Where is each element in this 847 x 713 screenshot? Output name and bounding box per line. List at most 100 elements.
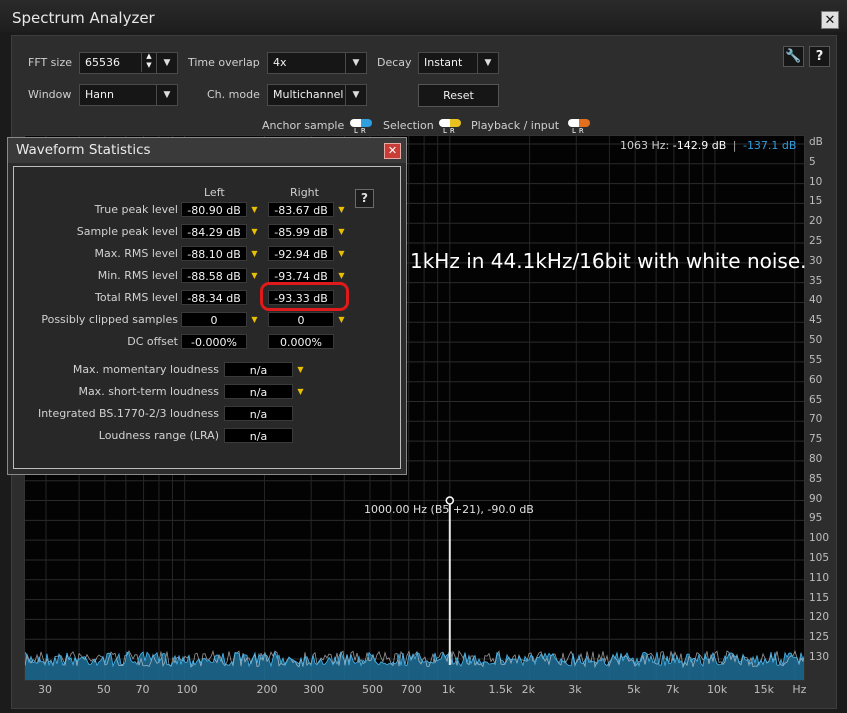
locate-pin-icon[interactable]: ▼	[338, 205, 345, 215]
stats-help-button[interactable]: ?	[355, 189, 374, 208]
y-tick-label: 5	[809, 155, 816, 168]
stat-right-value: -85.99 dB	[268, 224, 334, 239]
stat-label: True peak level	[94, 203, 178, 216]
y-tick-label: 10	[809, 175, 823, 188]
reset-button[interactable]: Reset	[418, 84, 499, 107]
locate-pin-icon[interactable]: ▼	[251, 227, 258, 237]
x-tick-label: 300	[303, 683, 325, 696]
stat-label: Total RMS level	[95, 291, 178, 304]
peak-marker-label: 1000.00 Hz (B5 +21), -90.0 dB	[364, 503, 534, 516]
ch-mode-dropdown[interactable]: Multichannel ▼	[267, 84, 367, 106]
x-tick-label: 1.5k	[488, 683, 513, 696]
help-button[interactable]: ?	[809, 46, 830, 67]
window-title: Spectrum Analyzer	[12, 9, 155, 27]
locate-pin-icon[interactable]: ▼	[338, 315, 345, 325]
y-tick-label: 105	[809, 551, 830, 564]
y-tick-label: 25	[809, 235, 823, 248]
stat-label: DC offset	[127, 335, 178, 348]
y-tick-label: 80	[809, 452, 823, 465]
stat-right-value: -92.94 dB	[268, 246, 334, 261]
annotation-text: 1kHz in 44.1kHz/16bit with white noise.	[410, 249, 807, 273]
spinner-arrows-icon[interactable]: ▲ ▼	[141, 52, 156, 72]
window-label: Window	[28, 88, 72, 101]
locate-pin-icon[interactable]: ▼	[251, 315, 258, 325]
locate-pin-icon[interactable]: ▼	[297, 365, 304, 375]
decay-dropdown[interactable]: Instant ▼	[418, 52, 499, 74]
y-tick-label: 75	[809, 433, 823, 446]
y-tick-label: 130	[809, 651, 830, 663]
locate-pin-icon[interactable]: ▼	[251, 205, 258, 215]
stat-left-value: -88.58 dB	[181, 268, 247, 283]
y-tick-label: 115	[809, 591, 830, 604]
chevron-down-icon: ▼	[345, 85, 366, 105]
y-tick-label: 45	[809, 314, 823, 327]
stat-label: Max. RMS level	[94, 247, 178, 260]
dialog-close-button[interactable]: ✕	[384, 143, 401, 159]
loudness-label: Loudness range (LRA)	[98, 429, 219, 442]
x-tick-label: 500	[361, 683, 383, 696]
loudness-value: n/a	[224, 428, 293, 443]
x-tick-label: 15k	[753, 683, 774, 696]
chevron-down-icon: ▼	[156, 85, 177, 105]
fft-size-value: 65536	[85, 56, 120, 69]
stat-label: Min. RMS level	[97, 269, 178, 282]
window-close-button[interactable]: ✕	[821, 11, 839, 29]
stat-left-value: 0	[181, 312, 247, 327]
loudness-label: Max. momentary loudness	[72, 363, 219, 376]
y-tick-label: 60	[809, 373, 823, 386]
x-tick-label: 1k	[441, 683, 456, 696]
selection-lr-text: LR	[443, 127, 458, 135]
chevron-down-icon: ▼	[345, 53, 366, 73]
dialog-title: Waveform Statistics	[16, 142, 151, 158]
y-tick-label: 120	[809, 611, 830, 624]
stat-right-value: -83.67 dB	[268, 202, 334, 217]
settings-wrench-icon[interactable]: 🔧	[783, 46, 804, 67]
locate-pin-icon[interactable]: ▼	[338, 271, 345, 281]
locate-pin-icon[interactable]: ▼	[251, 249, 258, 259]
x-tick-label: 100	[176, 683, 198, 696]
time-overlap-dropdown[interactable]: 4x ▼	[267, 52, 367, 74]
fft-size-dropdown[interactable]: 65536 ▲ ▼ ▼	[79, 52, 178, 74]
loudness-value: n/a	[224, 384, 293, 399]
loudness-label: Max. short-term loudness	[78, 385, 219, 398]
y-tick-label: 70	[809, 413, 823, 426]
x-tick-label: 2k	[521, 683, 535, 696]
readout-right-db: -137.1 dB	[742, 139, 797, 152]
left-column-header: Left	[204, 186, 225, 199]
x-tick-label: 3k	[568, 683, 582, 696]
stat-left-value: -80.90 dB	[181, 202, 247, 217]
stat-left-value: -88.34 dB	[181, 290, 247, 305]
decay-label: Decay	[377, 56, 412, 69]
right-column-header: Right	[290, 186, 319, 199]
window-dropdown[interactable]: Hann ▼	[79, 84, 178, 106]
y-tick-label: 65	[809, 393, 823, 406]
ch-mode-label: Ch. mode	[207, 88, 260, 101]
locate-pin-icon[interactable]: ▼	[251, 271, 258, 281]
y-tick-label: dB	[809, 136, 823, 148]
y-tick-label: 40	[809, 294, 823, 307]
selection-label: Selection	[383, 119, 434, 132]
locate-pin-icon[interactable]: ▼	[338, 227, 345, 237]
anchor-sample-label: Anchor sample	[262, 119, 345, 132]
stat-right-value: -93.74 dB	[268, 268, 334, 283]
ch-mode-value: Multichannel	[273, 88, 344, 101]
y-tick-label: 20	[809, 215, 823, 228]
x-tick-label: Hz	[792, 683, 807, 696]
locate-pin-icon[interactable]: ▼	[338, 249, 345, 259]
y-tick-label: 90	[809, 492, 823, 505]
playback-input-label: Playback / input	[471, 119, 560, 132]
stat-right-value: 0	[268, 312, 334, 327]
noise-floor-fill-right	[25, 652, 804, 680]
fft-size-label: FFT size	[28, 56, 73, 69]
window-value: Hann	[85, 88, 114, 101]
anchor-sample-swatch	[350, 119, 372, 127]
highlight-circle	[260, 282, 349, 311]
y-tick-label: 55	[809, 353, 823, 366]
x-tick-label: 50	[96, 683, 111, 696]
stat-label: Sample peak level	[76, 225, 178, 238]
playback-swatch	[568, 119, 590, 127]
x-tick-label: 70	[135, 683, 150, 696]
anchor-lr-text: LR	[354, 127, 369, 135]
locate-pin-icon[interactable]: ▼	[297, 387, 304, 397]
loudness-value: n/a	[224, 362, 293, 377]
